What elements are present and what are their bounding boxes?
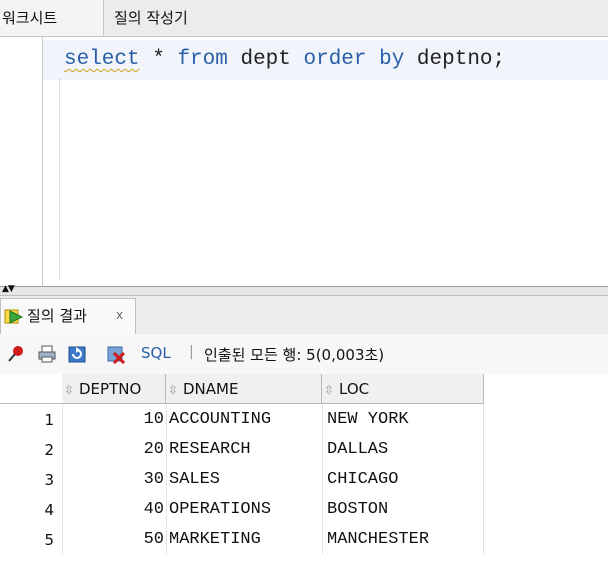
results-toolbar: SQL | 인출된 모든 행: 5(0,003초): [0, 334, 608, 375]
cell-deptno[interactable]: 10: [62, 405, 166, 435]
cell-loc[interactable]: DALLAS: [327, 435, 483, 465]
table-row[interactable]: 5 50 MARKETING MANCHESTER: [0, 525, 484, 555]
close-icon[interactable]: x: [116, 308, 123, 322]
sql-keyword: from: [177, 48, 228, 71]
column-header-label: DEPTNO: [79, 380, 142, 398]
cell-dname[interactable]: SALES: [169, 465, 321, 495]
column-header-label: LOC: [339, 380, 370, 398]
cell-loc[interactable]: NEW YORK: [327, 405, 483, 435]
refresh-icon[interactable]: [67, 344, 87, 364]
tab-query-builder[interactable]: 질의 작성기: [104, 0, 254, 36]
row-number: 4: [44, 501, 54, 519]
sql-link[interactable]: SQL: [141, 344, 171, 362]
sql-editor[interactable]: select * from dept order by deptno;: [0, 37, 608, 286]
cell-dname[interactable]: MARKETING: [169, 525, 321, 555]
table-row[interactable]: 4 40 OPERATIONS BOSTON: [0, 495, 484, 525]
sort-icon[interactable]: ⇳: [62, 375, 76, 405]
table-row[interactable]: 3 30 SALES CHICAGO: [0, 465, 484, 495]
collapse-arrows-icon[interactable]: ▲▼: [2, 285, 15, 294]
cell-deptno[interactable]: 20: [62, 435, 166, 465]
cell-dname[interactable]: OPERATIONS: [169, 495, 321, 525]
sort-icon[interactable]: ⇳: [166, 375, 180, 405]
sql-keyword: select: [64, 48, 140, 71]
row-number-header: [0, 374, 62, 404]
results-grid: ⇳ DEPTNO ⇳ DNAME ⇳ LOC 1 10 ACCOUNTING NEW YOR…: [0, 374, 608, 568]
table-row[interactable]: 2 20 RESEARCH DALLAS: [0, 435, 484, 465]
panel-splitter[interactable]: ▲▼: [0, 285, 608, 296]
sort-icon[interactable]: ⇳: [322, 375, 336, 405]
row-number: 5: [44, 531, 54, 549]
cell-loc[interactable]: MANCHESTER: [327, 525, 483, 555]
tab-query-result-label: 질의 결과: [27, 307, 87, 325]
column-header-label: DNAME: [183, 380, 239, 398]
sql-keyword: order by: [303, 48, 405, 71]
editor-tabbar: 워크시트 질의 작성기: [0, 0, 608, 37]
row-number: 1: [44, 411, 54, 429]
sql-statement[interactable]: select * from dept order by deptno;: [64, 45, 505, 75]
cell-dname[interactable]: ACCOUNTING: [169, 405, 321, 435]
pin-icon[interactable]: [6, 344, 26, 364]
column-header-loc[interactable]: ⇳ LOC: [322, 374, 484, 404]
cell-deptno[interactable]: 50: [62, 525, 166, 555]
table-row[interactable]: 1 10 ACCOUNTING NEW YORK: [0, 405, 484, 435]
sql-text: dept: [227, 48, 304, 71]
column-header-dname[interactable]: ⇳ DNAME: [166, 374, 322, 404]
fold-guide: [59, 79, 60, 279]
cell-deptno[interactable]: 40: [62, 495, 166, 525]
toolbar-separator: |: [189, 344, 194, 360]
sql-text: deptno;: [404, 48, 506, 71]
tab-worksheet[interactable]: 워크시트: [0, 0, 104, 36]
column-header-deptno[interactable]: ⇳ DEPTNO: [62, 374, 166, 404]
cell-dname[interactable]: RESEARCH: [169, 435, 321, 465]
cell-deptno[interactable]: 30: [62, 465, 166, 495]
cancel-icon[interactable]: [106, 344, 126, 364]
results-tabbar: 질의 결과 x: [0, 296, 608, 335]
sql-text: *: [139, 48, 178, 71]
print-icon[interactable]: [37, 344, 57, 364]
fetch-status: 인출된 모든 행: 5(0,003초): [204, 346, 385, 364]
query-result-icon: [4, 309, 24, 324]
line-gutter: [0, 37, 43, 286]
row-number: 3: [44, 471, 54, 489]
row-number: 2: [44, 441, 54, 459]
cell-loc[interactable]: BOSTON: [327, 495, 483, 525]
cell-loc[interactable]: CHICAGO: [327, 465, 483, 495]
tab-query-result[interactable]: 질의 결과 x: [0, 298, 136, 334]
